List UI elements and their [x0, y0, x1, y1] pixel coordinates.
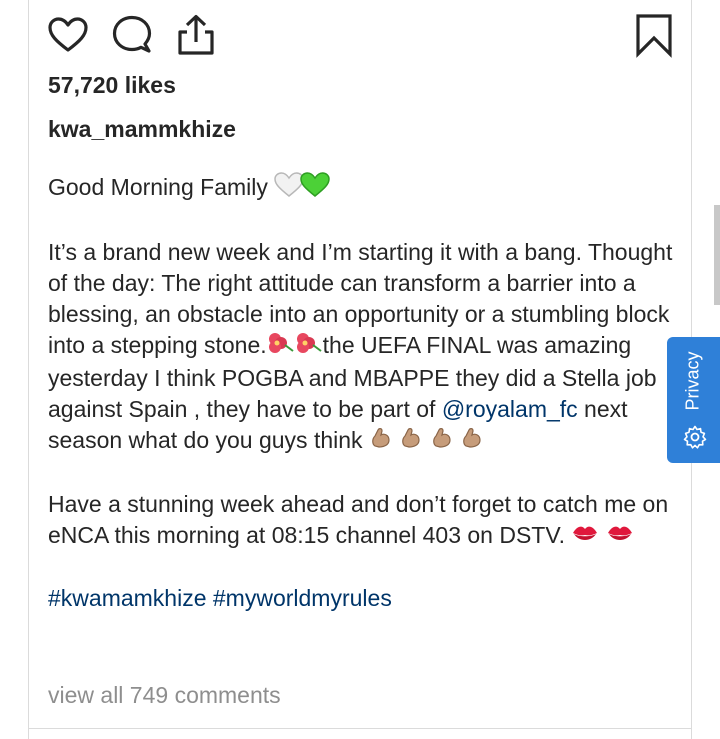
privacy-label: Privacy [682, 351, 703, 411]
username-link[interactable]: kwa_mammkhize [48, 116, 236, 143]
gear-icon [683, 425, 707, 454]
kiss-mark-emoji-icon [571, 521, 599, 552]
flexed-biceps-emoji-icon [399, 426, 423, 458]
view-all-comments-link[interactable]: view all 749 comments [48, 682, 281, 709]
mention-link[interactable]: @royalam_fc [442, 396, 578, 422]
heart-icon[interactable] [46, 14, 90, 58]
green-heart-emoji-icon [300, 172, 331, 206]
bookmark-icon[interactable] [632, 14, 676, 58]
flexed-biceps-emoji-icon [460, 426, 484, 458]
hibiscus-emoji-icon [295, 331, 323, 363]
post-caption: Good Morning Family It’s a brand new wee… [48, 172, 678, 614]
hashtag-link[interactable]: #myworldmyrules [213, 585, 392, 611]
scrollbar[interactable] [714, 205, 720, 305]
caption-hashtags: #kwamamkhize #myworldmyrules [48, 583, 678, 614]
post-divider [28, 728, 692, 729]
flexed-biceps-emoji-icon [430, 426, 454, 458]
privacy-button[interactable]: Privacy [667, 337, 720, 463]
caption-paragraph-2: It’s a brand new week and I’m starting i… [48, 237, 678, 458]
flexed-biceps-emoji-icon [369, 426, 393, 458]
likes-count[interactable]: 57,720 likes [48, 72, 176, 99]
caption-paragraph-3: Have a stunning week ahead and don’t for… [48, 489, 678, 552]
caption-paragraph-1: Good Morning Family [48, 172, 678, 206]
share-icon[interactable] [174, 14, 218, 58]
action-bar [46, 14, 676, 58]
kiss-mark-emoji-icon [606, 521, 634, 552]
comment-icon[interactable] [110, 14, 154, 58]
caption-greeting: Good Morning Family [48, 174, 268, 201]
hashtag-link[interactable]: #kwamamkhize [48, 585, 207, 611]
hibiscus-emoji-icon [267, 331, 295, 363]
